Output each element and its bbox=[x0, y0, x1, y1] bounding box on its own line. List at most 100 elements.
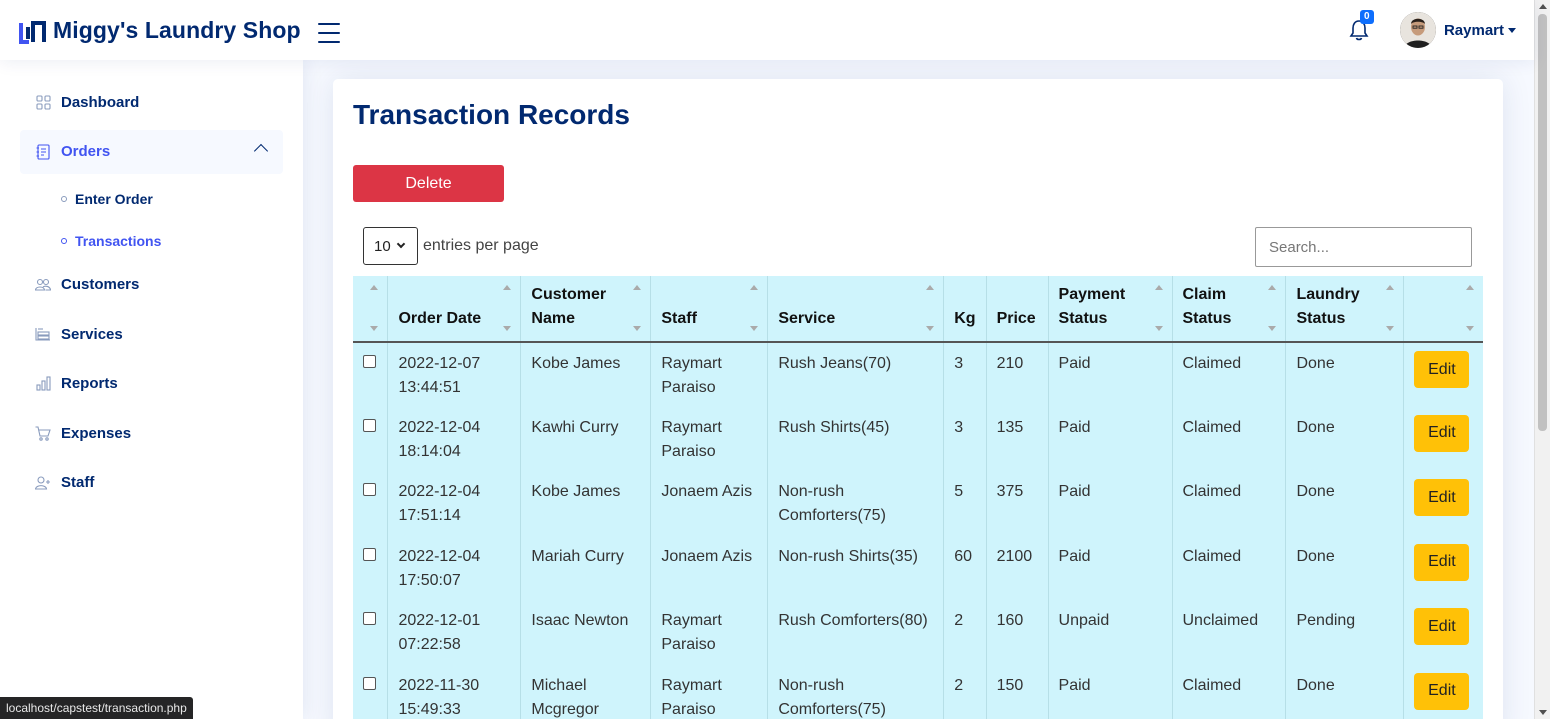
kg-cell: 2 bbox=[943, 600, 987, 665]
table-row: 2022-12-01 07:22:58 Isaac Newton Raymart… bbox=[353, 600, 1483, 665]
sidebar: Dashboard Orders Enter Order Transaction… bbox=[0, 60, 303, 719]
sidebar-item-label: Dashboard bbox=[61, 93, 140, 111]
table-row: 2022-12-04 18:14:04 Kawhi Curry Raymart … bbox=[353, 406, 1483, 471]
sidebar-item-services[interactable]: Services bbox=[20, 312, 283, 356]
sidebar-item-label: Expenses bbox=[61, 424, 132, 442]
edit-button[interactable]: Edit bbox=[1414, 351, 1470, 388]
customer-cell: Kawhi Curry bbox=[520, 406, 652, 471]
customer-cell: Isaac Newton bbox=[520, 600, 652, 665]
sidebar-item-label: Reports bbox=[61, 375, 118, 392]
transactions-table-container: Order Date Customer Name Staff Service K… bbox=[353, 276, 1483, 719]
delete-button[interactable]: Delete bbox=[353, 165, 504, 202]
people-icon bbox=[35, 277, 51, 293]
journal-icon bbox=[35, 143, 51, 160]
edit-button[interactable]: Edit bbox=[1414, 543, 1470, 581]
staff-cell: Raymart Paraiso bbox=[650, 664, 769, 719]
staff-cell: Jonaem Azis bbox=[650, 535, 769, 600]
row-checkbox[interactable] bbox=[363, 418, 376, 432]
edit-button[interactable]: Edit bbox=[1414, 414, 1470, 452]
payment-status-cell: Paid bbox=[1048, 535, 1173, 600]
kg-cell: 3 bbox=[943, 406, 987, 471]
order-date-cell: 2022-12-07 13:44:51 bbox=[387, 342, 522, 407]
sidebar-item-staff[interactable]: Staff bbox=[20, 461, 283, 505]
sort-icon bbox=[503, 285, 512, 331]
column-header-kg[interactable]: Kg bbox=[943, 276, 987, 343]
row-checkbox[interactable] bbox=[363, 547, 376, 561]
staff-cell: Raymart Paraiso bbox=[650, 600, 769, 665]
column-header-laundry-status[interactable]: Laundry Status bbox=[1285, 276, 1405, 343]
edit-button[interactable]: Edit bbox=[1414, 672, 1470, 710]
column-header-staff[interactable]: Staff bbox=[650, 276, 769, 343]
order-date-cell: 2022-12-04 17:50:07 bbox=[387, 535, 522, 600]
customer-cell: Michael Mcgregor bbox=[520, 664, 652, 719]
caret-down-icon bbox=[1508, 28, 1516, 34]
sidebar-item-label: Staff bbox=[61, 474, 95, 491]
search-input[interactable]: Search... bbox=[1255, 227, 1472, 267]
sidebar-subitem-transactions[interactable]: Transactions bbox=[0, 221, 303, 261]
sort-icon bbox=[1386, 285, 1395, 331]
sidebar-item-reports[interactable]: Reports bbox=[20, 362, 283, 406]
column-header-customer-name[interactable]: Customer Name bbox=[520, 276, 652, 343]
claim-status-cell: Claimed bbox=[1172, 406, 1287, 471]
menu-toggle-icon[interactable] bbox=[317, 23, 340, 43]
table-row: 2022-11-30 15:49:33 Michael Mcgregor Ray… bbox=[353, 664, 1483, 719]
laundry-status-cell: Done bbox=[1285, 535, 1405, 600]
row-checkbox[interactable] bbox=[363, 355, 376, 368]
staff-cell: Raymart Paraiso bbox=[650, 406, 769, 471]
column-header-order-date[interactable]: Order Date bbox=[387, 276, 522, 343]
column-header-select[interactable] bbox=[353, 276, 389, 343]
page-scrollbar[interactable] bbox=[1534, 0, 1550, 719]
price-cell: 375 bbox=[986, 471, 1049, 536]
entries-select[interactable]: 10 bbox=[363, 227, 418, 265]
edit-button[interactable]: Edit bbox=[1414, 479, 1470, 516]
page-title: Transaction Records bbox=[353, 99, 630, 130]
top-header: Miggy's Laundry Shop 0 Raymart bbox=[0, 0, 1534, 60]
sidebar-item-customers[interactable]: Customers bbox=[20, 263, 283, 307]
sort-icon bbox=[750, 285, 759, 331]
sidebar-subitem-label: Transactions bbox=[75, 232, 162, 249]
service-cell: Rush Shirts(45) bbox=[767, 406, 945, 471]
chevron-down-icon bbox=[396, 239, 405, 249]
customer-cell: Kobe James bbox=[520, 342, 652, 407]
scroll-down-icon[interactable] bbox=[1539, 710, 1547, 715]
scroll-up-icon[interactable] bbox=[1539, 4, 1547, 9]
table-row: 2022-12-04 17:51:14 Kobe James Jonaem Az… bbox=[353, 471, 1483, 536]
column-header-claim-status[interactable]: Claim Status bbox=[1172, 276, 1287, 343]
sidebar-item-dashboard[interactable]: Dashboard bbox=[20, 80, 283, 124]
edit-button[interactable]: Edit bbox=[1414, 608, 1470, 645]
user-menu[interactable]: Raymart bbox=[1444, 22, 1516, 39]
sidebar-item-orders[interactable]: Orders bbox=[20, 129, 283, 174]
column-header-payment-status[interactable]: Payment Status bbox=[1048, 276, 1173, 343]
app-title: Miggy's Laundry Shop bbox=[53, 16, 301, 43]
sort-icon bbox=[926, 285, 935, 331]
claim-status-cell: Claimed bbox=[1172, 342, 1287, 407]
sidebar-item-expenses[interactable]: Expenses bbox=[20, 411, 283, 455]
claim-status-cell: Claimed bbox=[1172, 664, 1287, 719]
kg-cell: 2 bbox=[943, 664, 987, 719]
transactions-card: Transaction Records Delete 10 entries pe… bbox=[333, 79, 1503, 719]
service-cell: Non-rush Comforters(75) bbox=[767, 471, 945, 536]
cart-icon bbox=[35, 425, 51, 441]
row-checkbox[interactable] bbox=[363, 612, 376, 625]
row-checkbox[interactable] bbox=[363, 483, 376, 496]
column-header-service[interactable]: Service bbox=[767, 276, 945, 343]
column-header-price[interactable]: Price bbox=[986, 276, 1049, 343]
row-checkbox[interactable] bbox=[363, 676, 376, 690]
scroll-thumb[interactable] bbox=[1538, 14, 1547, 431]
sidebar-subitem-enter-order[interactable]: Enter Order bbox=[0, 179, 303, 219]
kg-cell: 60 bbox=[943, 535, 987, 600]
price-cell: 160 bbox=[986, 600, 1049, 665]
order-date-cell: 2022-12-01 07:22:58 bbox=[387, 600, 522, 665]
service-cell: Non-rush Shirts(35) bbox=[767, 535, 945, 600]
user-avatar[interactable] bbox=[1399, 12, 1436, 48]
column-header-actions[interactable] bbox=[1403, 276, 1483, 343]
notification-bell-icon[interactable]: 0 bbox=[1348, 10, 1374, 42]
price-cell: 210 bbox=[986, 342, 1049, 407]
service-cell: Non-rush Comforters(75) bbox=[767, 664, 945, 719]
circle-icon bbox=[61, 196, 67, 202]
customer-cell: Mariah Curry bbox=[520, 535, 652, 600]
bar-chart-icon bbox=[35, 376, 51, 392]
laundry-status-cell: Done bbox=[1285, 664, 1405, 719]
payment-status-cell: Paid bbox=[1048, 664, 1173, 719]
brand-logo[interactable]: Miggy's Laundry Shop bbox=[19, 15, 301, 45]
